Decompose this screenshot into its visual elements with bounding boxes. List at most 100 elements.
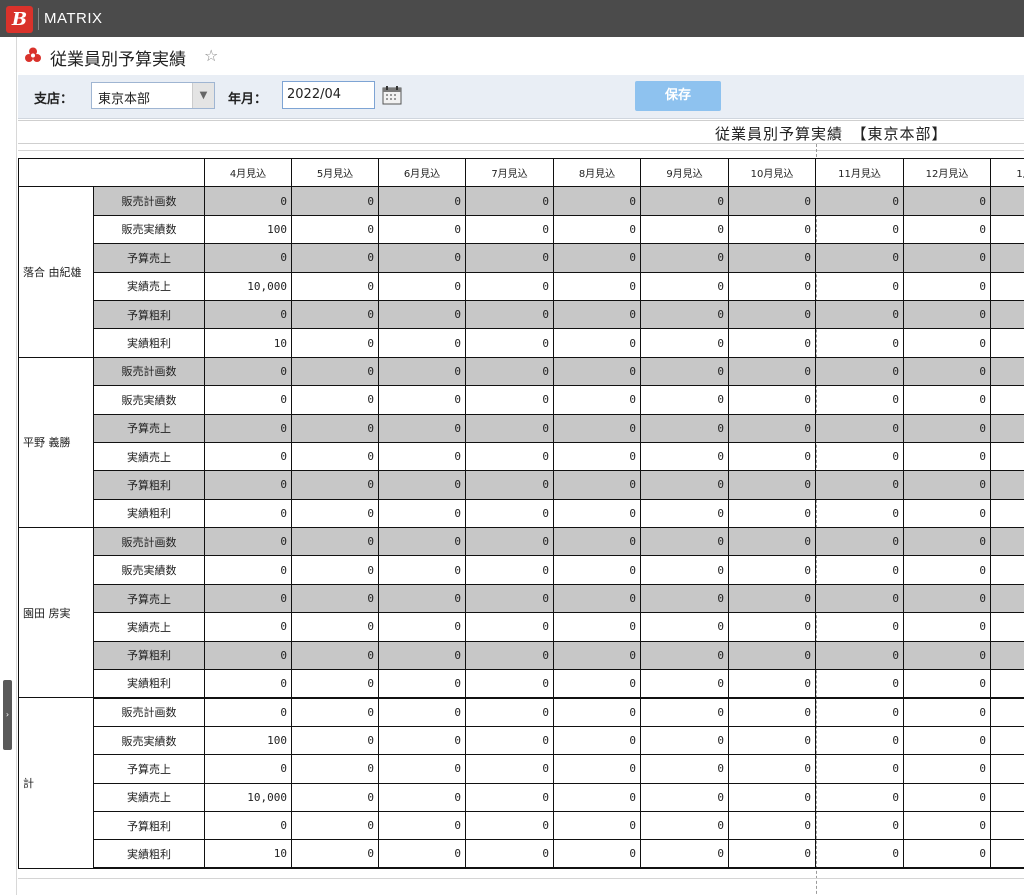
value-cell[interactable]: 0 (378, 385, 466, 415)
value-cell[interactable]: 0 (640, 328, 729, 358)
value-cell[interactable]: 0 (465, 754, 554, 784)
value-cell[interactable]: 0 (465, 697, 554, 727)
value-cell[interactable]: 0 (378, 470, 466, 500)
value-cell[interactable]: 0 (204, 498, 292, 529)
value-cell[interactable]: 0 (728, 583, 816, 614)
value-cell[interactable]: 0 (990, 669, 1024, 699)
value-cell[interactable]: 0 (553, 385, 641, 415)
value-cell[interactable]: 0 (815, 839, 904, 870)
value-cell[interactable]: 0 (640, 271, 729, 301)
value-cell[interactable]: 0 (815, 299, 904, 330)
value-cell[interactable]: 0 (728, 810, 816, 841)
value-cell[interactable]: 0 (728, 669, 816, 699)
value-cell[interactable]: 0 (903, 725, 991, 756)
value-cell[interactable]: 0 (378, 299, 466, 330)
value-cell[interactable]: 0 (378, 441, 466, 472)
value-cell[interactable]: 0 (291, 413, 379, 443)
value-cell[interactable]: 0 (815, 810, 904, 841)
value-cell[interactable]: 0 (815, 243, 904, 273)
value-cell[interactable]: 0 (291, 810, 379, 841)
value-cell[interactable]: 0 (728, 498, 816, 529)
value-cell[interactable]: 0 (990, 782, 1024, 812)
value-cell[interactable]: 0 (728, 328, 816, 358)
value-cell[interactable]: 0 (728, 839, 816, 870)
value-cell[interactable]: 0 (291, 839, 379, 870)
value-cell[interactable]: 0 (903, 413, 991, 443)
value-cell[interactable]: 0 (990, 839, 1024, 870)
value-cell[interactable]: 0 (903, 669, 991, 699)
value-cell[interactable]: 0 (640, 612, 729, 642)
value-cell[interactable]: 0 (640, 640, 729, 671)
value-cell[interactable]: 0 (378, 214, 466, 245)
value-cell[interactable]: 0 (378, 640, 466, 671)
value-cell[interactable]: 0 (378, 612, 466, 642)
value-cell[interactable]: 0 (465, 243, 554, 273)
value-cell[interactable]: 0 (291, 612, 379, 642)
value-cell[interactable]: 0 (553, 782, 641, 812)
value-cell[interactable]: 0 (553, 413, 641, 443)
value-cell[interactable]: 0 (728, 356, 816, 387)
value-cell[interactable]: 0 (640, 725, 729, 756)
value-cell[interactable]: 0 (815, 214, 904, 245)
dropdown-arrow-icon[interactable]: ▼ (192, 83, 214, 108)
value-cell[interactable]: 0 (640, 186, 729, 216)
value-cell[interactable]: 0 (640, 527, 729, 557)
value-cell[interactable]: 0 (204, 669, 292, 699)
value-cell[interactable]: 0 (903, 470, 991, 500)
value-cell[interactable]: 0 (378, 243, 466, 273)
value-cell[interactable]: 0 (728, 555, 816, 585)
value-cell[interactable]: 0 (815, 555, 904, 585)
value-cell[interactable]: 0 (378, 782, 466, 812)
value-cell[interactable]: 0 (291, 385, 379, 415)
value-cell[interactable]: 0 (815, 640, 904, 671)
value-cell[interactable]: 0 (815, 470, 904, 500)
value-cell[interactable]: 0 (815, 356, 904, 387)
value-cell[interactable]: 0 (378, 555, 466, 585)
value-cell[interactable]: 0 (640, 299, 729, 330)
value-cell[interactable]: 0 (204, 583, 292, 614)
value-cell[interactable]: 0 (728, 441, 816, 472)
value-cell[interactable]: 0 (465, 527, 554, 557)
value-cell[interactable]: 0 (378, 186, 466, 216)
value-cell[interactable]: 0 (815, 669, 904, 699)
value-cell[interactable]: 0 (990, 583, 1024, 614)
value-cell[interactable]: 0 (553, 555, 641, 585)
value-cell[interactable]: 0 (465, 413, 554, 443)
value-cell[interactable]: 0 (291, 498, 379, 529)
value-cell[interactable]: 0 (553, 243, 641, 273)
value-cell[interactable]: 0 (903, 299, 991, 330)
value-cell[interactable]: 0 (903, 328, 991, 358)
value-cell[interactable]: 0 (728, 527, 816, 557)
value-cell[interactable]: 0 (465, 470, 554, 500)
value-cell[interactable]: 0 (465, 612, 554, 642)
value-cell[interactable]: 0 (204, 612, 292, 642)
value-cell[interactable]: 0 (640, 583, 729, 614)
value-cell[interactable]: 0 (728, 385, 816, 415)
value-cell[interactable]: 0 (990, 754, 1024, 784)
value-cell[interactable]: 0 (465, 356, 554, 387)
value-cell[interactable]: 0 (815, 612, 904, 642)
value-cell[interactable]: 0 (204, 299, 292, 330)
value-cell[interactable]: 0 (553, 441, 641, 472)
value-cell[interactable]: 0 (640, 385, 729, 415)
value-cell[interactable]: 0 (553, 527, 641, 557)
value-cell[interactable]: 0 (990, 271, 1024, 301)
value-cell[interactable]: 0 (640, 470, 729, 500)
value-cell[interactable]: 0 (728, 754, 816, 784)
value-cell[interactable]: 0 (728, 640, 816, 671)
value-cell[interactable]: 0 (465, 810, 554, 841)
value-cell[interactable]: 0 (291, 441, 379, 472)
value-cell[interactable]: 0 (465, 583, 554, 614)
value-cell[interactable]: 0 (815, 583, 904, 614)
value-cell[interactable]: 0 (553, 186, 641, 216)
value-cell[interactable]: 0 (378, 413, 466, 443)
value-cell[interactable]: 0 (815, 441, 904, 472)
value-cell[interactable]: 0 (291, 243, 379, 273)
value-cell[interactable]: 0 (378, 725, 466, 756)
value-cell[interactable]: 0 (903, 271, 991, 301)
value-cell[interactable]: 0 (990, 328, 1024, 358)
value-cell[interactable]: 0 (728, 470, 816, 500)
value-cell[interactable]: 0 (553, 640, 641, 671)
value-cell[interactable]: 0 (640, 555, 729, 585)
value-cell[interactable]: 0 (553, 754, 641, 784)
